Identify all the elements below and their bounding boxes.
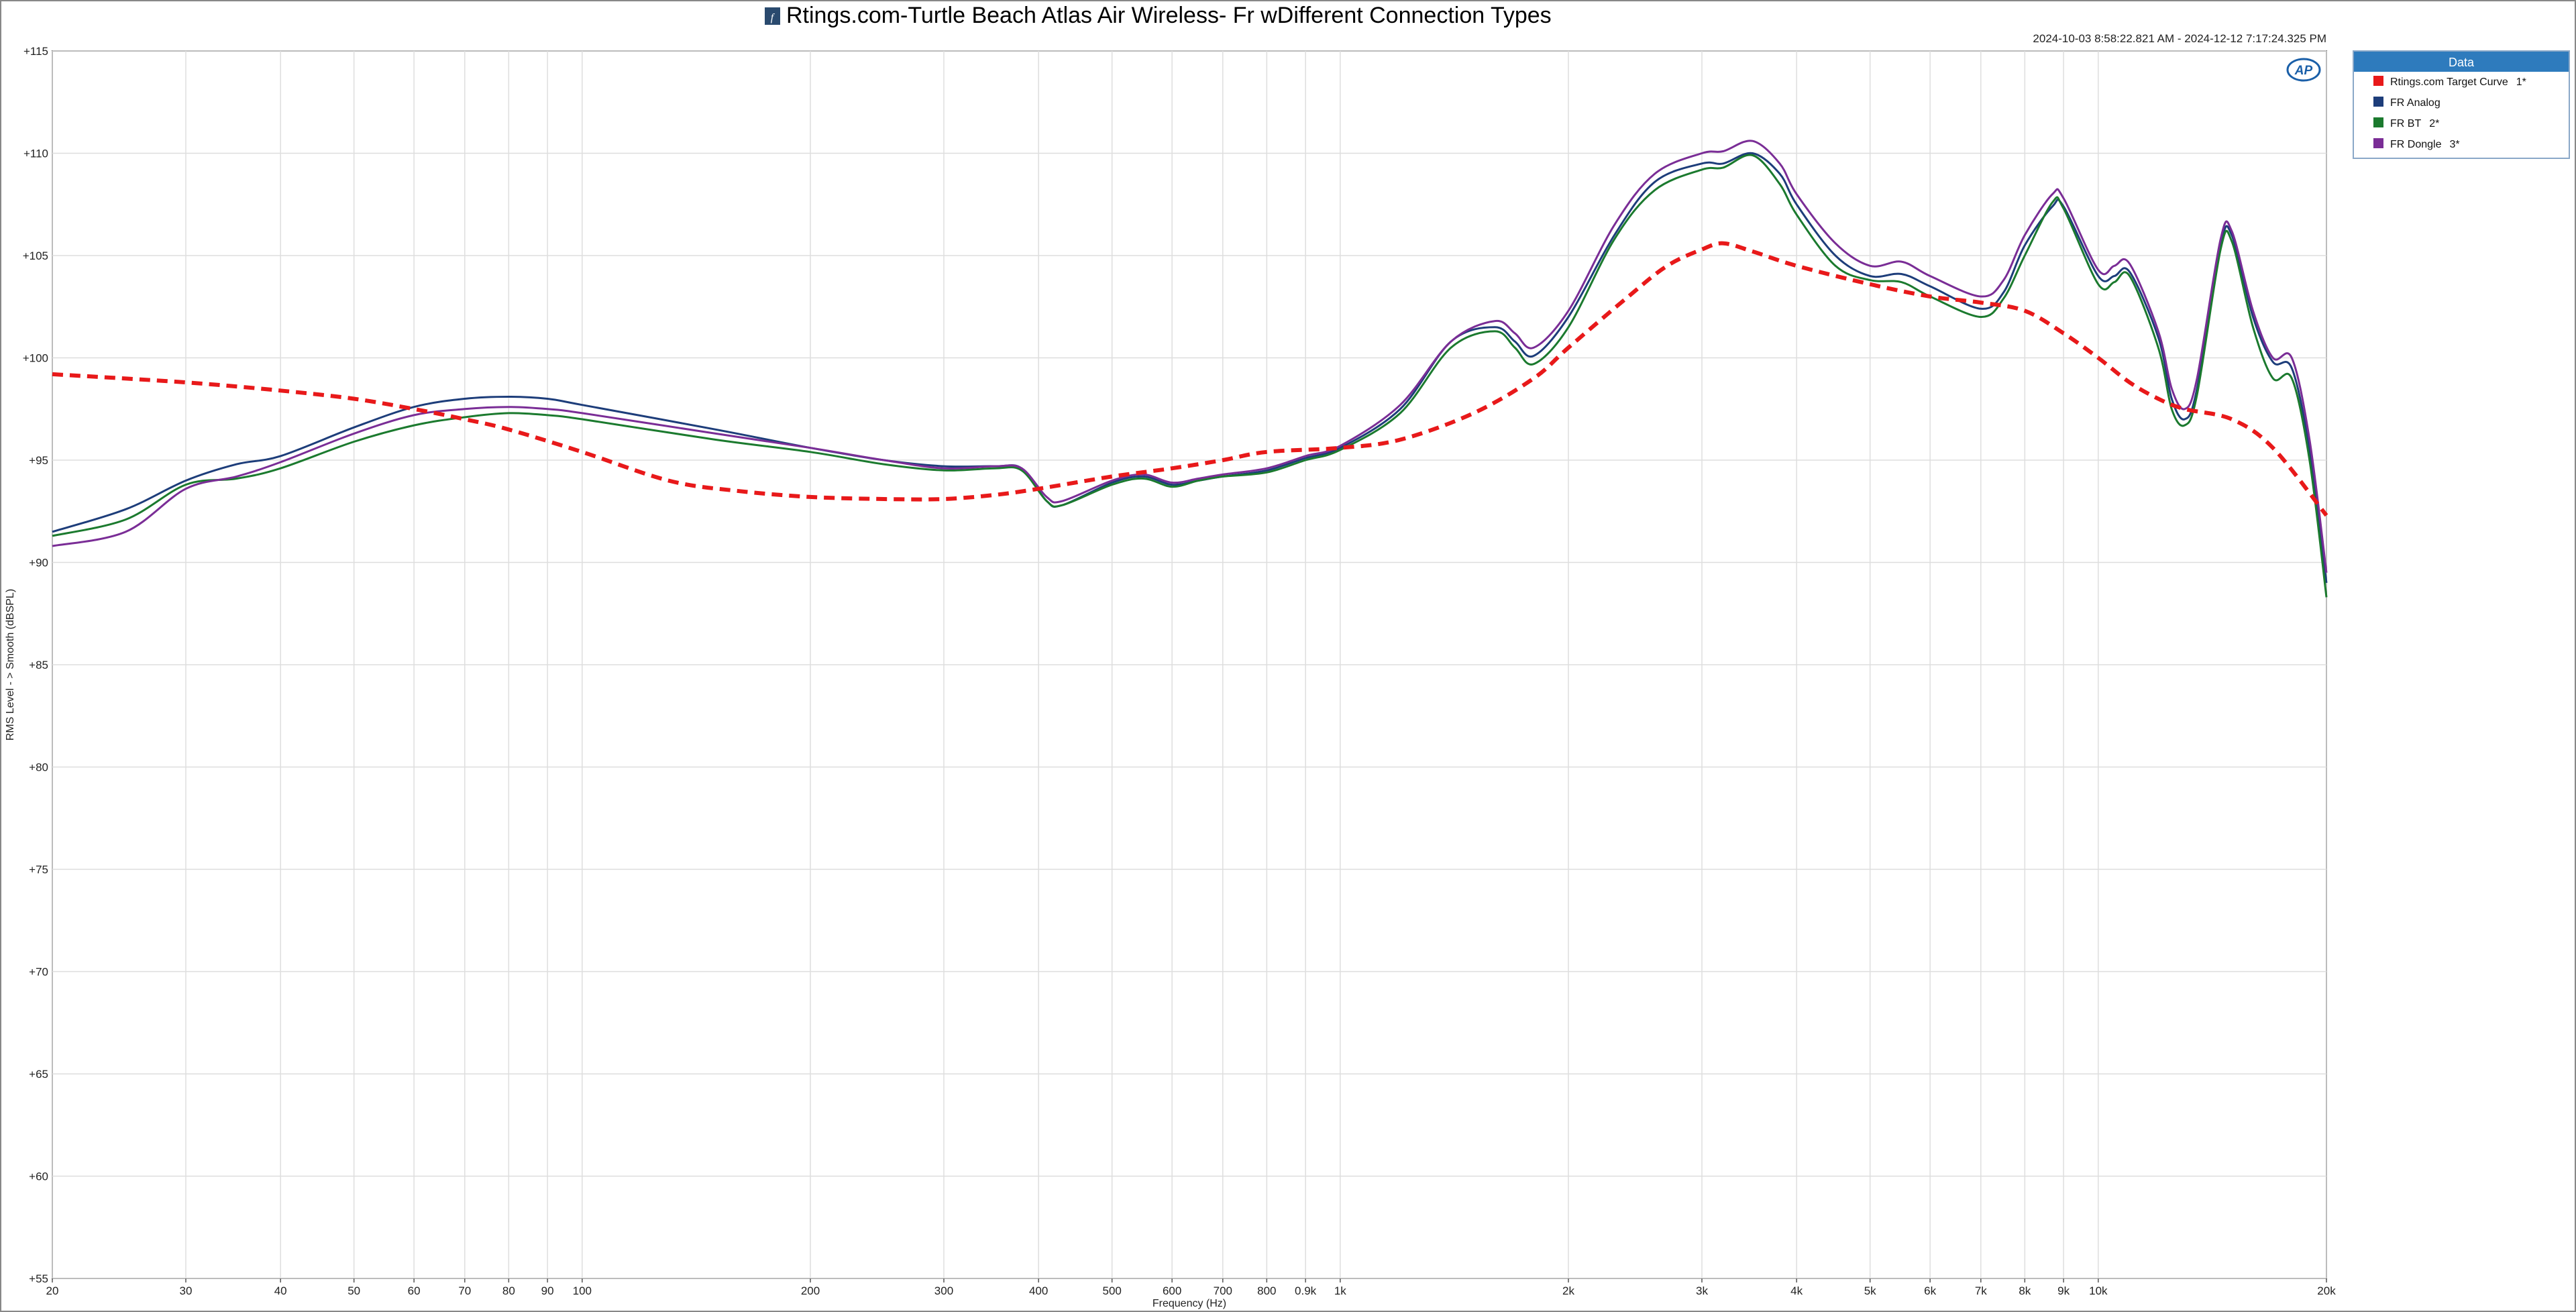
x-tick-label: 10k — [2089, 1284, 2108, 1297]
x-tick-label: 20k — [2317, 1284, 2336, 1297]
x-tick-label: 90 — [541, 1284, 554, 1297]
legend-swatch — [2373, 117, 2383, 127]
x-tick-label: 4k — [1790, 1284, 1803, 1297]
frequency-response-chart: f Rtings.com-Turtle Beach Atlas Air Wire… — [0, 0, 2576, 1312]
y-tick-label: +110 — [23, 148, 48, 160]
y-tick-label: +65 — [29, 1068, 48, 1081]
x-tick-label: 0.9k — [1295, 1284, 1317, 1297]
legend-swatch — [2373, 76, 2383, 86]
x-tick-label: 6k — [1924, 1284, 1936, 1297]
legend-item[interactable]: Rtings.com Target Curve 1* — [2373, 76, 2526, 88]
y-axis: +115 +110 +105 +100 +95 +90 +85 +80 +75 +70 +65 +60… — [23, 45, 48, 1285]
x-tick-label: 1k — [1334, 1284, 1346, 1297]
legend-suffix: 3* — [2449, 139, 2459, 150]
x-tick-label: 7k — [1975, 1284, 1987, 1297]
x-tick-label: 200 — [801, 1284, 820, 1297]
y-tick-label: +60 — [29, 1170, 48, 1183]
x-tick-label: 600 — [1163, 1284, 1181, 1297]
legend-swatch — [2373, 138, 2383, 148]
legend-suffix: 1* — [2516, 76, 2526, 88]
y-tick-label: +100 — [23, 352, 48, 365]
legend-panel[interactable]: Data Rtings.com Target Curve 1* FR Analog F… — [2353, 50, 2570, 159]
x-axis: 20 30 40 50 60 70 80 90 100 200 300 400 500 600 700 800… — [46, 1278, 2336, 1297]
y-tick-label: +115 — [23, 45, 48, 58]
y-tick-label: +70 — [29, 966, 48, 979]
chart-title-group: f Rtings.com-Turtle Beach Atlas Air Wire… — [765, 3, 1552, 28]
x-tick-label: 800 — [1257, 1284, 1276, 1297]
x-tick-label: 8k — [2019, 1284, 2031, 1297]
legend-swatch — [2373, 97, 2383, 107]
y-tick-label: +85 — [29, 659, 48, 671]
x-tick-label: 500 — [1102, 1284, 1121, 1297]
x-tick-label: 30 — [180, 1284, 193, 1297]
x-tick-label: 60 — [408, 1284, 421, 1297]
x-tick-label: 40 — [274, 1284, 287, 1297]
x-axis-label: Frequency (Hz) — [1152, 1298, 1226, 1309]
chart-title: Rtings.com-Turtle Beach Atlas Air Wirele… — [786, 3, 1552, 28]
x-tick-label: 100 — [573, 1284, 592, 1297]
y-axis-label: RMS Level - > Smooth (dBSPL) — [5, 589, 16, 741]
x-tick-label: 2k — [1562, 1284, 1574, 1297]
legend-label: FR BT — [2390, 118, 2421, 129]
ap-logo: AP — [2286, 58, 2321, 82]
legend-label: FR Dongle — [2390, 139, 2442, 150]
x-tick-label: 5k — [1864, 1284, 1876, 1297]
x-tick-label: 50 — [347, 1284, 360, 1297]
timestamp-range: 2024-10-03 8:58:22.821 AM - 2024-12-12 7… — [2033, 32, 2326, 45]
x-tick-label: 70 — [458, 1284, 471, 1297]
x-tick-label: 700 — [1214, 1284, 1232, 1297]
x-tick-label: 3k — [1696, 1284, 1708, 1297]
legend-label: FR Analog — [2390, 97, 2440, 109]
legend-heading: Data — [2449, 56, 2475, 69]
y-tick-label: +90 — [29, 557, 48, 569]
x-tick-label: 300 — [934, 1284, 953, 1297]
x-tick-label: 9k — [2057, 1284, 2070, 1297]
ap-logo-text: AP — [2294, 64, 2313, 78]
x-tick-label: 400 — [1029, 1284, 1048, 1297]
y-tick-label: +75 — [29, 863, 48, 876]
legend-label: Rtings.com Target Curve — [2390, 76, 2508, 88]
legend-suffix: 2* — [2429, 118, 2439, 129]
x-tick-label: 80 — [502, 1284, 515, 1297]
y-tick-label: +95 — [29, 454, 48, 467]
y-tick-label: +105 — [23, 250, 48, 262]
x-tick-label: 20 — [46, 1284, 59, 1297]
y-tick-label: +80 — [29, 761, 48, 774]
y-tick-label: +55 — [29, 1272, 48, 1285]
